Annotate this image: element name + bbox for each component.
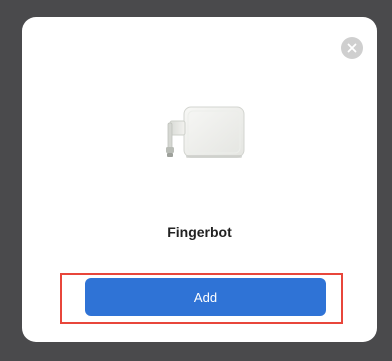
close-button[interactable] [341, 37, 363, 59]
close-icon [347, 43, 357, 53]
device-name: Fingerbot [167, 224, 232, 240]
add-device-dialog: Fingerbot Add [22, 17, 377, 342]
modal-backdrop: Fingerbot Add [0, 0, 392, 361]
fingerbot-device-icon [162, 103, 248, 173]
add-button[interactable]: Add [85, 278, 326, 316]
